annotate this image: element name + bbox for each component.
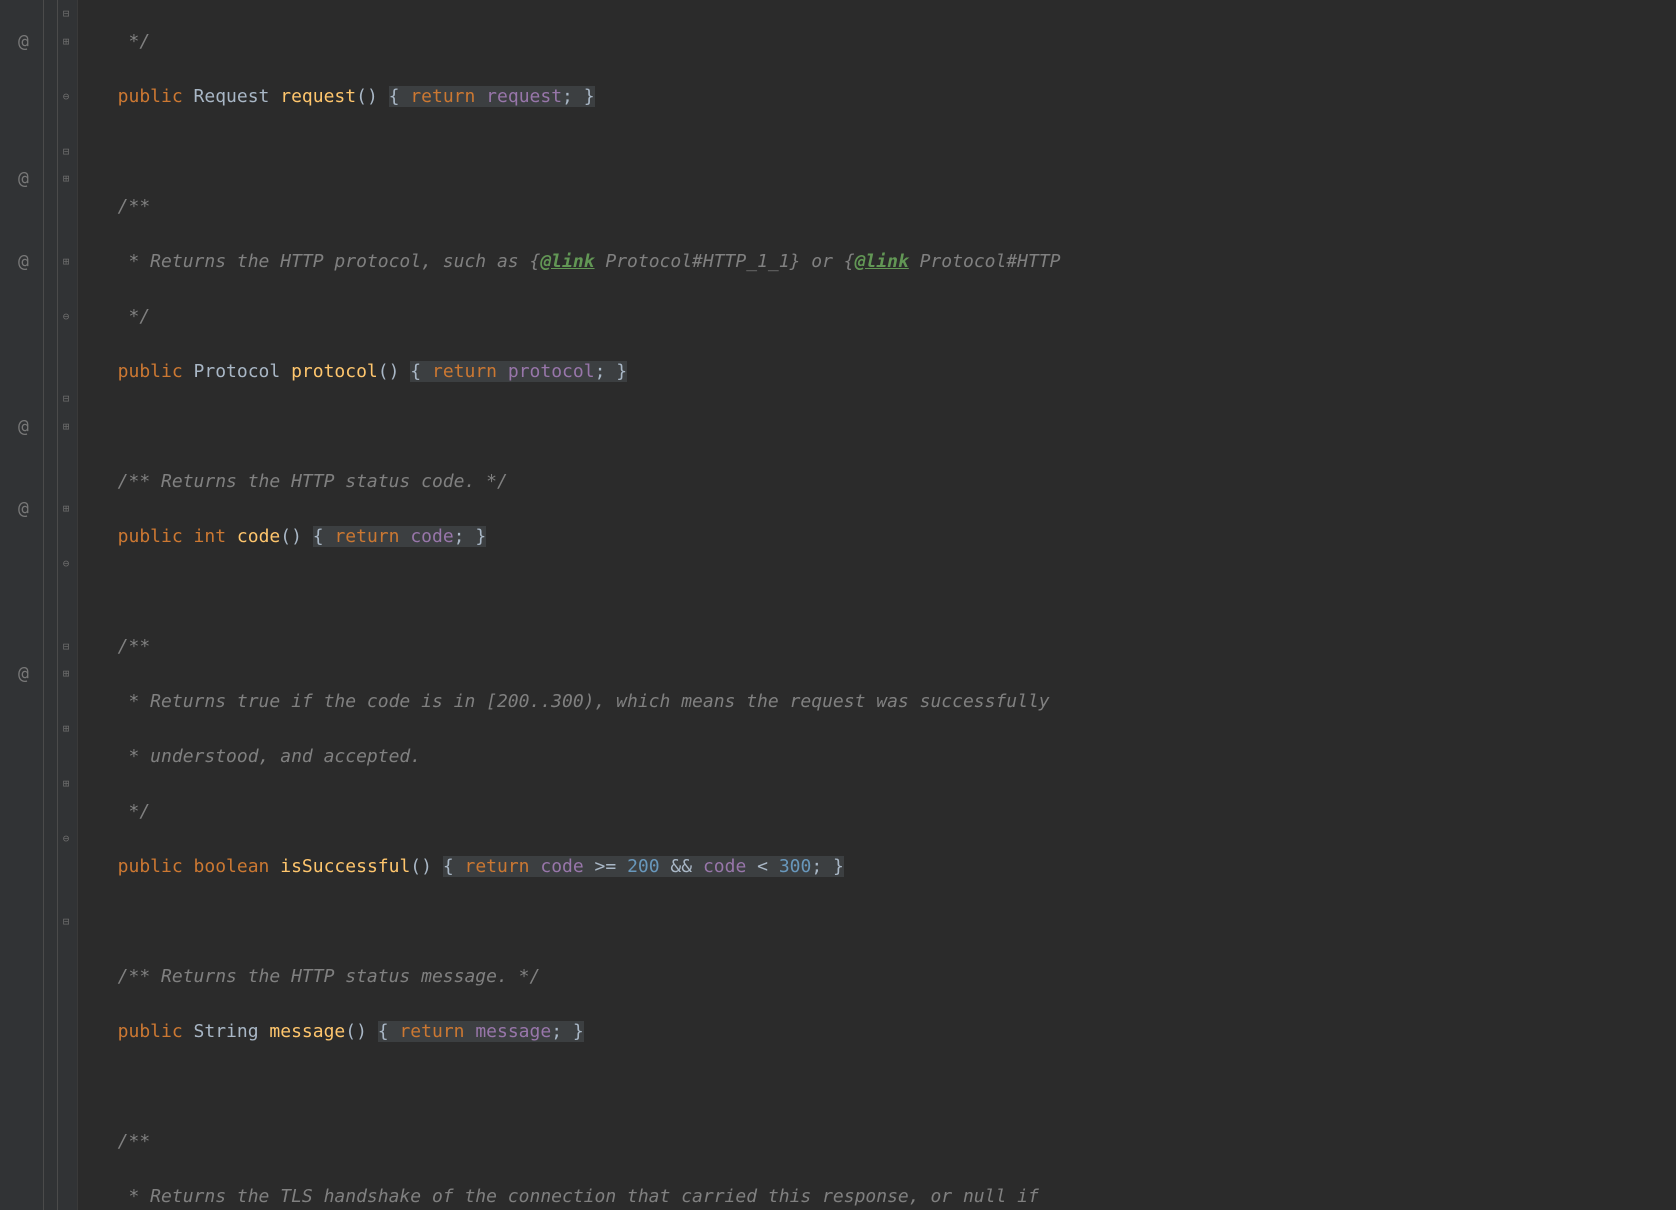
fold-icon[interactable]: ⊟ [59,138,73,166]
fold-icon[interactable]: ⊖ [59,550,73,578]
type: Request [183,86,281,107]
override-marker[interactable]: @ [18,495,36,523]
type: String [183,1021,270,1042]
paren: () [356,86,389,107]
folded-body[interactable]: { return code; } [313,526,486,547]
type: Protocol [183,361,291,382]
comment: */ [96,306,150,327]
comment: /** [96,1131,150,1152]
comment: /** Returns the HTTP status message. */ [96,966,540,987]
fold-icon[interactable]: ⊞ [59,413,73,441]
code-area[interactable]: */ public Request request() { return req… [78,0,1676,1210]
keyword: public [96,361,183,382]
comment: /** [96,196,150,217]
fold-icon[interactable]: ⊞ [59,165,73,193]
method-name: protocol [291,361,378,382]
fold-icon[interactable]: ⊞ [59,495,73,523]
comment: * understood, and accepted. [96,746,421,767]
gutter: ⊟ @ ⊞ ⊖ ⊟ @ ⊞ @ ⊞ ⊖ ⊟ @ ⊞ @ ⊞ ⊖ ⊟ @ ⊞ ⊞ ⊞ ⊖ ⊟ [0,0,78,1210]
fold-icon[interactable]: ⊟ [59,0,73,28]
fold-icon[interactable]: ⊟ [59,633,73,661]
editor-pane: ⊟ @ ⊞ ⊖ ⊟ @ ⊞ @ ⊞ ⊖ ⊟ @ ⊞ @ ⊞ ⊖ ⊟ @ ⊞ ⊞ ⊞ ⊖ ⊟ … [0,0,1676,1210]
method-name: code [226,526,280,547]
comment: * Returns the TLS handshake of the conne… [96,1186,1050,1207]
fold-icon[interactable]: ⊖ [59,825,73,853]
doc-link[interactable]: @link [855,251,909,272]
comment: Protocol#HTTP [909,251,1061,272]
fold-icon[interactable]: ⊞ [59,28,73,56]
folded-body[interactable]: { return request; } [389,86,595,107]
override-marker[interactable]: @ [18,165,36,193]
comment: /** [96,636,150,657]
method-name: request [280,86,356,107]
fold-icon[interactable]: ⊖ [59,83,73,111]
comment: * Returns the HTTP protocol, such as { [96,251,540,272]
doc-link[interactable]: @link [540,251,594,272]
fold-icon[interactable]: ⊟ [59,908,73,936]
keyword: public [96,86,183,107]
folded-body[interactable]: { return code >= 200 && code < 300; } [443,856,844,877]
method-name: isSuccessful [269,856,410,877]
override-marker[interactable]: @ [18,660,36,688]
fold-icon[interactable]: ⊞ [59,660,73,688]
keyword: public [96,526,183,547]
fold-icon[interactable]: ⊞ [59,715,73,743]
comment: /** Returns the HTTP status code. */ [96,471,508,492]
folded-body[interactable]: { return protocol; } [410,361,627,382]
keyword: public [96,1021,183,1042]
fold-icon[interactable]: ⊟ [59,385,73,413]
keyword: boolean [183,856,270,877]
comment: */ [96,801,150,822]
comment: Protocol#HTTP_1_1} or { [595,251,855,272]
keyword: int [183,526,226,547]
fold-icon[interactable]: ⊞ [59,248,73,276]
comment: * Returns true if the code is in [200..3… [96,691,1050,712]
folded-body[interactable]: { return message; } [378,1021,584,1042]
override-marker[interactable]: @ [18,28,36,56]
comment: */ [96,31,150,52]
override-marker[interactable]: @ [18,413,36,441]
method-name: message [269,1021,345,1042]
fold-icon[interactable]: ⊞ [59,770,73,798]
keyword: public [96,856,183,877]
override-marker[interactable]: @ [18,248,36,276]
fold-icon[interactable]: ⊖ [59,303,73,331]
